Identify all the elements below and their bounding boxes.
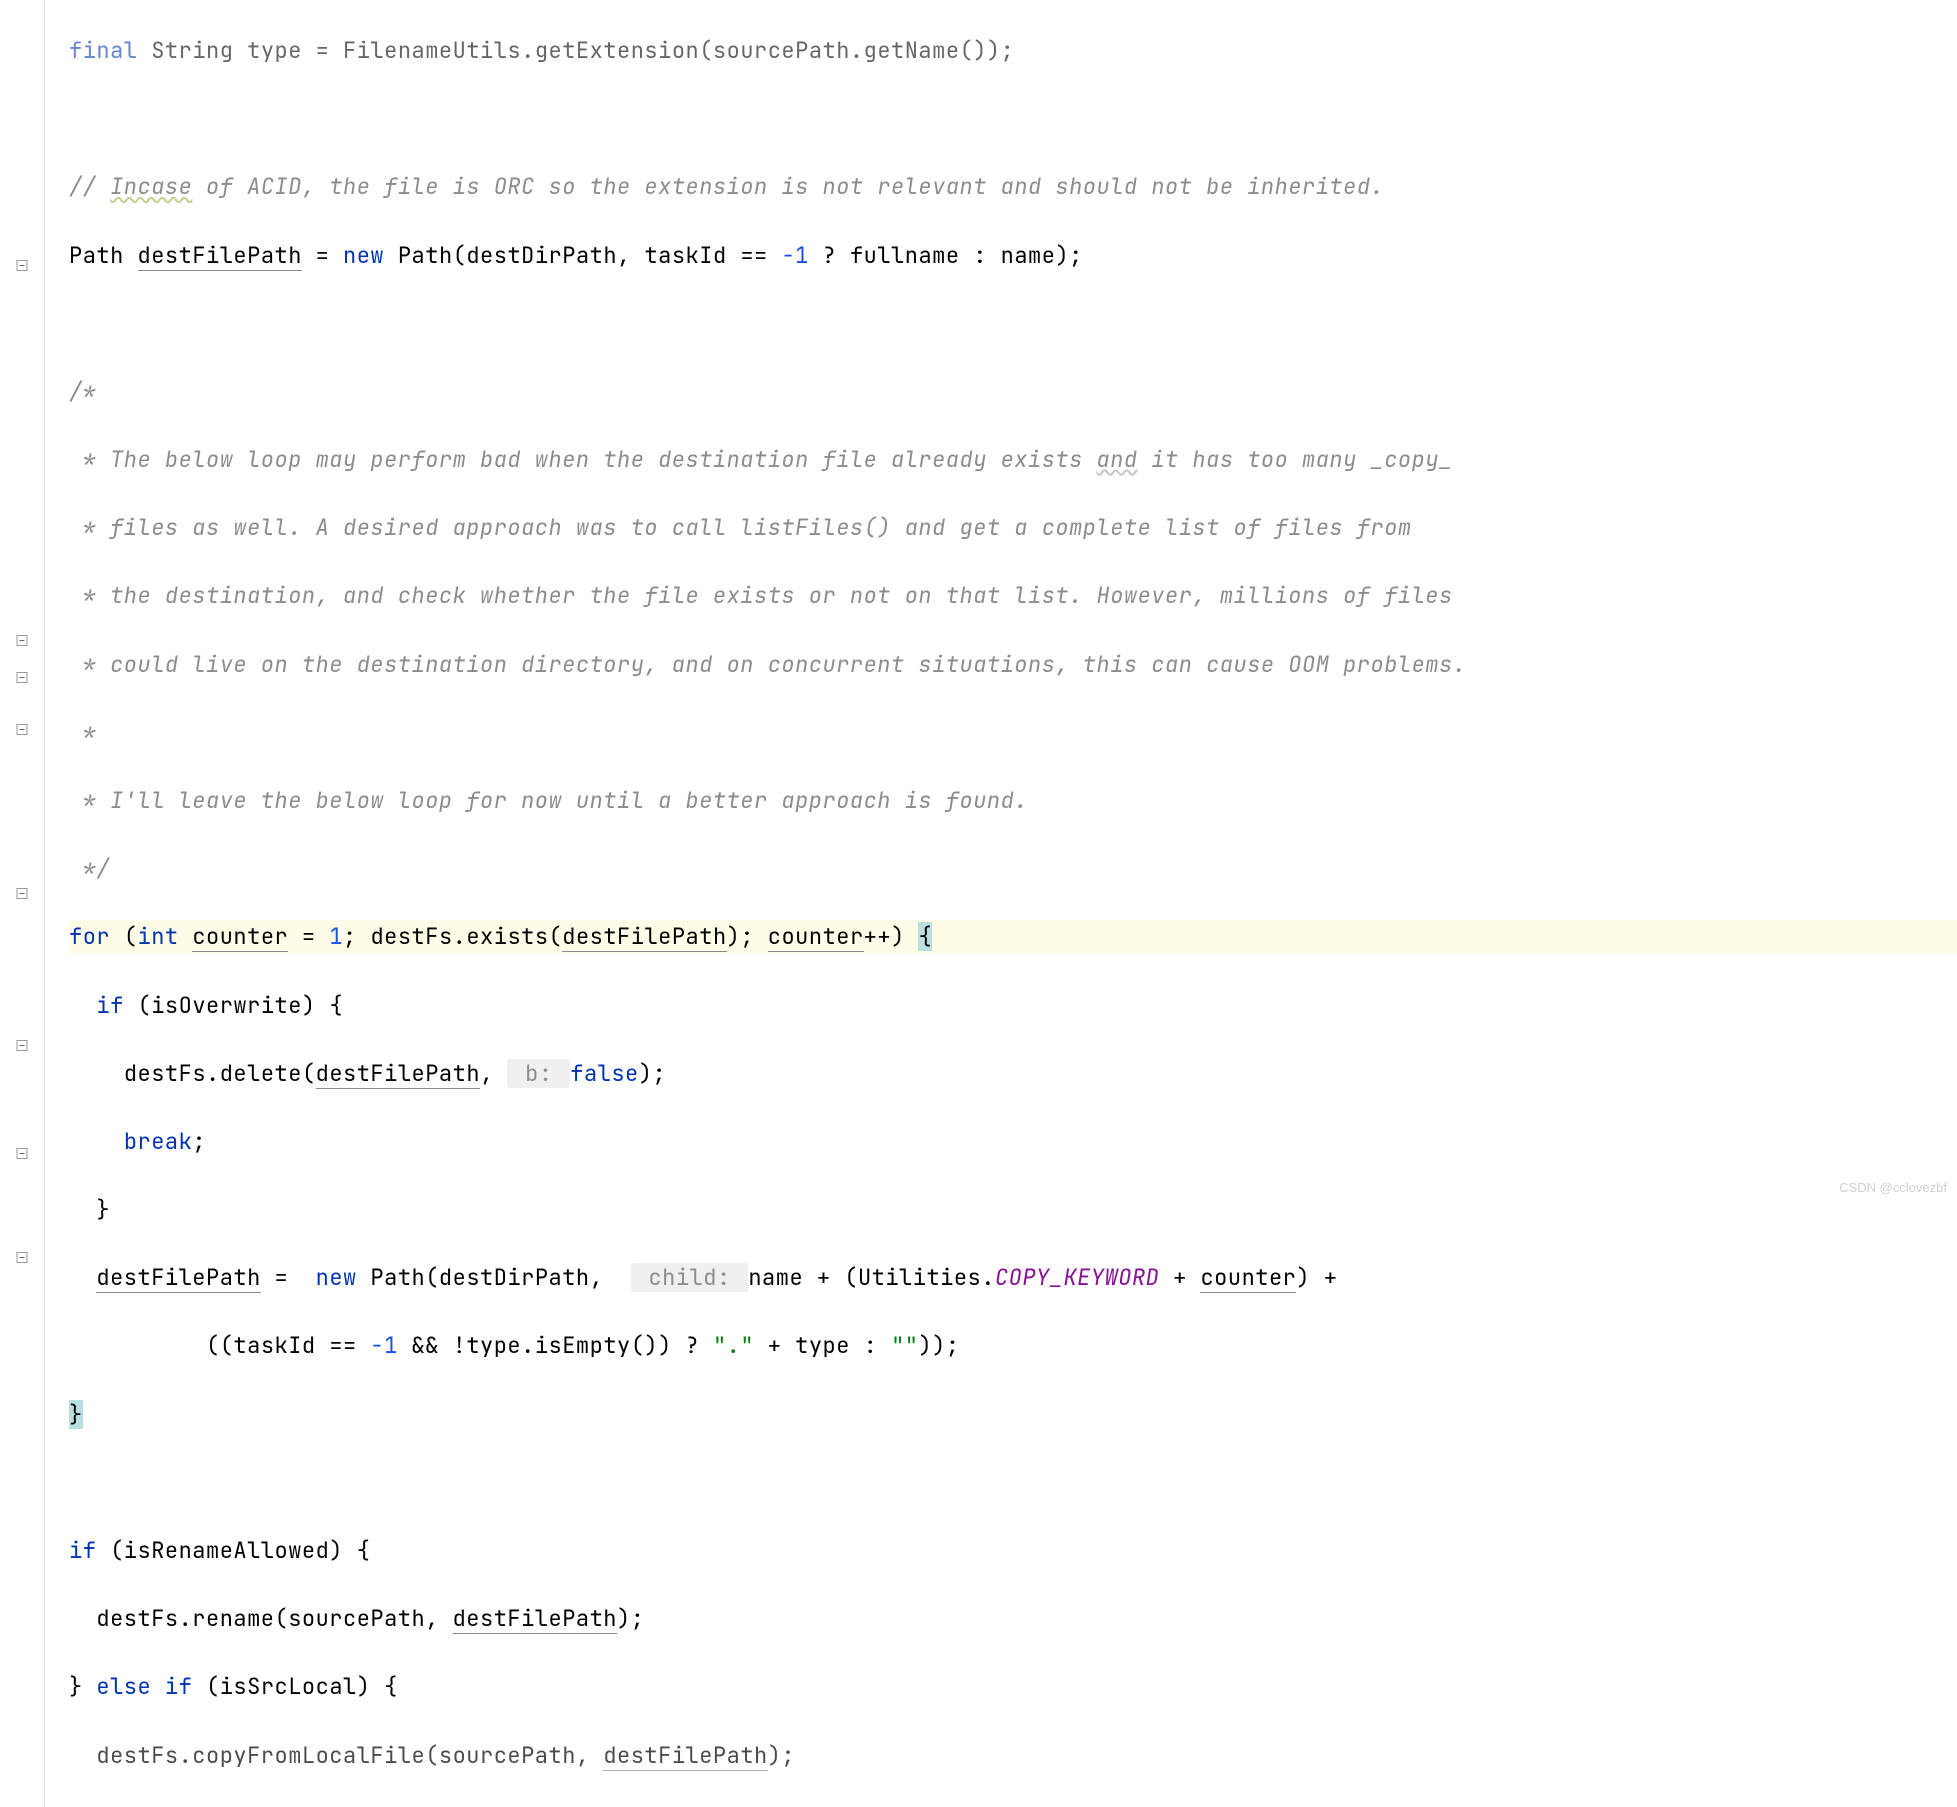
fold-marker-icon[interactable] xyxy=(17,724,28,735)
code-editor[interactable]: final String type = FilenameUtils.getExt… xyxy=(45,0,1957,1807)
keyword: if xyxy=(96,991,123,1020)
keyword: final xyxy=(69,36,138,65)
fold-marker-icon[interactable] xyxy=(17,635,28,646)
code-line: * files as well. A desired approach was … xyxy=(69,511,1957,545)
code-line: if (isRenameAllowed) { xyxy=(69,1534,1957,1568)
code-line: * xyxy=(69,716,1957,750)
code-line: * The below loop may perform bad when th… xyxy=(69,443,1957,477)
number: 1 xyxy=(329,922,343,951)
code-line xyxy=(69,307,1957,341)
comment: * I'll leave the below loop for now unti… xyxy=(69,786,1028,815)
code-line: ((taskId == -1 && !type.isEmpty()) ? "."… xyxy=(69,1329,1957,1363)
code-line: * could live on the destination director… xyxy=(69,648,1957,682)
code-line: /* xyxy=(69,375,1957,409)
comment: */ xyxy=(69,854,110,883)
comment: // Incase of ACID, the file is ORC so th… xyxy=(69,172,1384,201)
code-line: } xyxy=(69,1193,1957,1227)
code-line: // Incase of ACID, the file is ORC so th… xyxy=(69,170,1957,204)
code-line xyxy=(69,102,1957,136)
comment: * the destination, and check whether the… xyxy=(69,581,1453,610)
number: -1 xyxy=(370,1331,397,1360)
code-line-active: for (int counter = 1; destFs.exists(dest… xyxy=(69,920,1957,954)
fold-marker-icon[interactable] xyxy=(17,672,28,683)
code-line: Path destFilePath = new Path(destDirPath… xyxy=(69,239,1957,273)
fold-marker-icon[interactable] xyxy=(17,1148,28,1159)
fold-marker-icon[interactable] xyxy=(17,1040,28,1051)
comment: * The below loop may perform bad when th… xyxy=(69,445,1453,474)
keyword: else xyxy=(96,1672,151,1701)
bracket-match: { xyxy=(918,922,932,951)
code-line: */ xyxy=(69,852,1957,886)
variable: destFilePath xyxy=(138,241,302,271)
keyword: if xyxy=(165,1672,192,1701)
variable: counter xyxy=(192,922,288,952)
code-line: * the destination, and check whether the… xyxy=(69,579,1957,613)
fold-marker-icon[interactable] xyxy=(17,260,28,271)
variable: destFilePath xyxy=(453,1604,617,1634)
code-line: destFs.rename(sourcePath, destFilePath); xyxy=(69,1602,1957,1636)
keyword: break xyxy=(124,1127,193,1156)
variable: counter xyxy=(768,922,864,952)
parameter-hint: b: xyxy=(507,1059,570,1088)
variable: counter xyxy=(1200,1263,1296,1293)
code-line: * I'll leave the below loop for now unti… xyxy=(69,784,1957,818)
keyword: for xyxy=(69,922,110,951)
bracket-match: } xyxy=(69,1400,83,1429)
editor-gutter xyxy=(0,0,45,1807)
number: -1 xyxy=(781,241,808,270)
code-line xyxy=(69,1466,1957,1500)
fold-marker-icon[interactable] xyxy=(17,1252,28,1263)
watermark: CSDN @cclovezbf xyxy=(1839,1178,1947,1198)
parameter-hint: child: xyxy=(631,1263,749,1292)
comment: /* xyxy=(69,377,96,406)
string: "." xyxy=(713,1331,754,1360)
code-line: destFilePath = new Path(destDirPath, chi… xyxy=(69,1261,1957,1295)
comment: * files as well. A desired approach was … xyxy=(69,513,1412,542)
code-line: destFs.copyFromLocalFile(sourcePath, des… xyxy=(69,1739,1957,1773)
string: "" xyxy=(891,1331,918,1360)
comment: * xyxy=(69,718,96,747)
code-line: final String type = FilenameUtils.getExt… xyxy=(69,34,1957,68)
comment: * could live on the destination director… xyxy=(69,650,1466,679)
constant: COPY_KEYWORD xyxy=(995,1263,1159,1292)
code-line: if (isOverwrite) { xyxy=(69,989,1957,1023)
keyword: false xyxy=(570,1059,639,1088)
code-line: } xyxy=(69,1398,1957,1432)
variable: destFilePath xyxy=(603,1741,767,1771)
fold-marker-icon[interactable] xyxy=(17,888,28,899)
variable: destFilePath xyxy=(316,1059,480,1089)
variable: destFilePath xyxy=(96,1263,260,1293)
variable: destFilePath xyxy=(562,922,726,952)
code-line: destFs.delete(destFilePath, b: false); xyxy=(69,1057,1957,1091)
keyword: new xyxy=(316,1263,357,1292)
code-line: break; xyxy=(69,1125,1957,1159)
keyword: new xyxy=(343,241,384,270)
keyword: int xyxy=(138,922,179,951)
code-line: } else if (isSrcLocal) { xyxy=(69,1670,1957,1704)
keyword: if xyxy=(69,1536,96,1565)
